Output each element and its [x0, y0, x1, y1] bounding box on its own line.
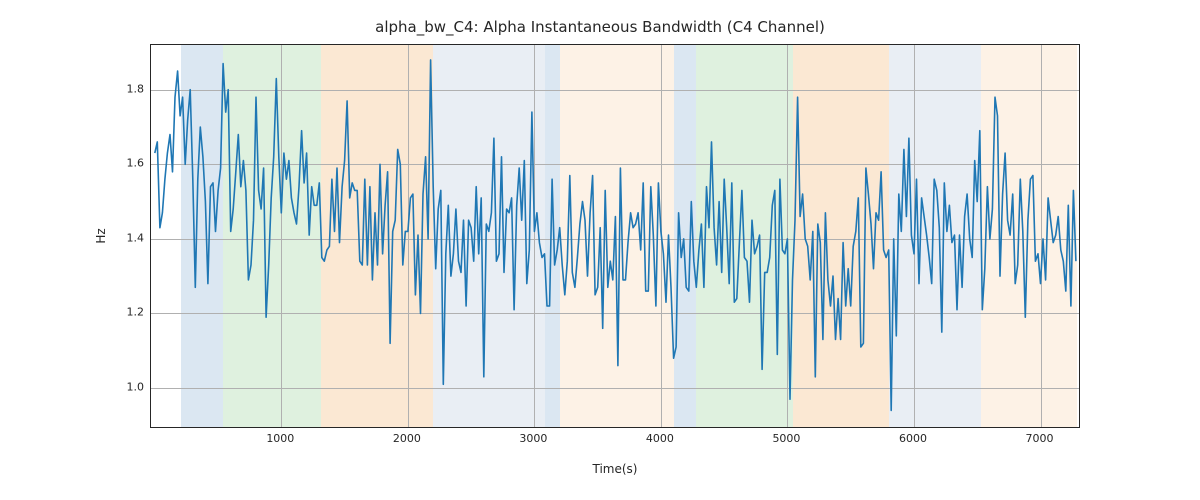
y-tick-label: 1.4: [120, 231, 144, 244]
y-tick-label: 1.6: [120, 157, 144, 170]
x-axis-label: Time(s): [150, 462, 1080, 476]
plot-area: [150, 44, 1080, 428]
y-tick-label: 1.0: [120, 380, 144, 393]
x-tick-label: 1000: [266, 432, 294, 445]
y-tick-label: 1.2: [120, 306, 144, 319]
y-axis-label: Hz: [94, 44, 114, 428]
x-tick-label: 2000: [393, 432, 421, 445]
x-tick-label: 5000: [772, 432, 800, 445]
x-tick-label: 4000: [646, 432, 674, 445]
x-tick-label: 6000: [899, 432, 927, 445]
x-tick-label: 3000: [519, 432, 547, 445]
line-plot: [151, 45, 1080, 428]
x-tick-label: 7000: [1026, 432, 1054, 445]
chart-title: alpha_bw_C4: Alpha Instantaneous Bandwid…: [0, 18, 1200, 36]
y-tick-label: 1.8: [120, 82, 144, 95]
figure: alpha_bw_C4: Alpha Instantaneous Bandwid…: [0, 0, 1200, 500]
